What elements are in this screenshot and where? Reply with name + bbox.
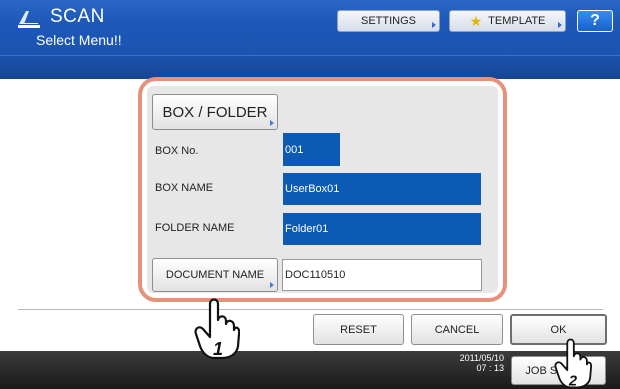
document-name-field: DOC110510 bbox=[282, 259, 482, 291]
hand-pointer-icon: 1 bbox=[194, 298, 240, 360]
corner-arrow-icon bbox=[558, 22, 562, 28]
step-1-number: 1 bbox=[213, 339, 223, 359]
box-no-field: 001 bbox=[283, 133, 340, 166]
instruction-text: Select Menu!! bbox=[36, 32, 122, 48]
corner-arrow-icon bbox=[270, 120, 274, 126]
star-icon: ★ bbox=[469, 12, 483, 29]
time-text: 07 : 13 bbox=[476, 363, 504, 373]
reset-button[interactable]: RESET bbox=[313, 314, 404, 345]
header-stripe bbox=[0, 55, 620, 79]
document-name-button[interactable]: DOCUMENT NAME bbox=[152, 258, 278, 292]
folder-name-field: Folder01 bbox=[283, 213, 481, 245]
box-no-label: BOX No. bbox=[155, 145, 199, 157]
hand-pointer-icon: 2 bbox=[554, 338, 592, 389]
scan-screen: SCAN Select Menu!! SETTINGS ★ TEMPLATE ?… bbox=[0, 0, 620, 389]
box-name-field: UserBox01 bbox=[283, 173, 481, 205]
box-folder-label: BOX / FOLDER bbox=[162, 103, 268, 121]
settings-label: SETTINGS bbox=[360, 15, 416, 27]
settings-button[interactable]: SETTINGS bbox=[337, 10, 440, 32]
box-folder-button[interactable]: BOX / FOLDER bbox=[152, 94, 278, 130]
scan-icon bbox=[18, 11, 40, 28]
date-time-display: 2011/05/10 07 : 13 bbox=[444, 353, 504, 373]
template-label: TEMPLATE bbox=[488, 15, 546, 27]
document-name-label: DOCUMENT NAME bbox=[165, 269, 265, 281]
help-button[interactable]: ? bbox=[577, 10, 613, 32]
corner-arrow-icon bbox=[432, 22, 436, 28]
template-button[interactable]: ★ TEMPLATE bbox=[449, 10, 566, 32]
cancel-button[interactable]: CANCEL bbox=[411, 314, 503, 345]
divider bbox=[18, 309, 603, 310]
corner-arrow-icon bbox=[270, 282, 274, 288]
app-title: SCAN bbox=[50, 6, 105, 27]
date-text: 2011/05/10 bbox=[459, 353, 504, 363]
folder-name-label: FOLDER NAME bbox=[155, 222, 235, 234]
step-2-number: 2 bbox=[568, 374, 578, 389]
box-name-label: BOX NAME bbox=[155, 182, 214, 194]
